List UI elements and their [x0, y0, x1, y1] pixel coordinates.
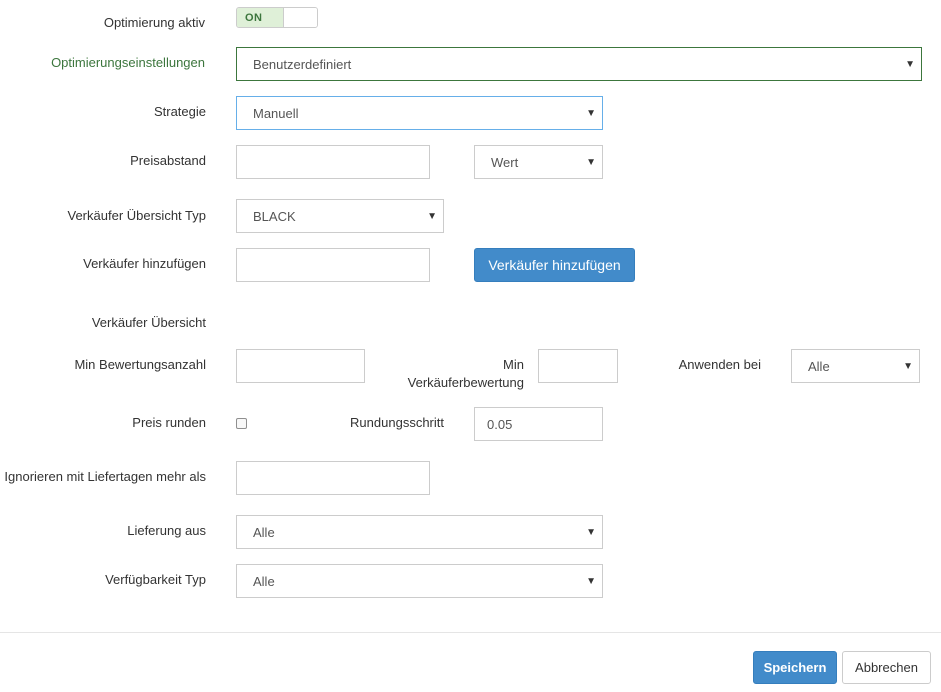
rounding-step-input[interactable]: 0.05 — [474, 407, 603, 441]
footer-divider — [0, 632, 941, 633]
price-gap-input[interactable] — [236, 145, 430, 179]
delivery-from-value: Alle — [253, 524, 275, 540]
apply-at-value: Alle — [808, 358, 830, 374]
optimization-settings-select[interactable]: Benutzerdefiniert ▼ — [236, 47, 922, 81]
seller-overview-type-select[interactable]: BLACK ▼ — [236, 199, 444, 233]
caret-down-icon: ▼ — [586, 526, 596, 538]
apply-at-label: Anwenden bei — [678, 357, 761, 372]
add-seller-input[interactable] — [236, 248, 430, 282]
rounding-step-label: Rundungsschritt — [350, 415, 444, 430]
delivery-from-select[interactable]: Alle ▼ — [236, 515, 603, 549]
seller-overview-type-value: BLACK — [253, 208, 296, 224]
toggle-knob — [283, 8, 317, 27]
caret-down-icon: ▼ — [586, 107, 596, 119]
optimization-active-toggle[interactable]: ON — [236, 7, 318, 28]
seller-overview-type-label: Verkäufer Übersicht Typ — [67, 208, 207, 223]
min-rating-count-input[interactable] — [236, 349, 365, 383]
ignore-delivery-days-input[interactable] — [236, 461, 430, 495]
optimization-settings-value: Benutzerdefiniert — [253, 56, 352, 72]
min-rating-count-label: Min Bewertungsanzahl — [74, 357, 206, 372]
seller-overview-label: Verkäufer Übersicht — [91, 315, 206, 330]
strategy-select[interactable]: Manuell ▼ — [236, 96, 603, 130]
min-seller-rating-label-line2: Verkäuferbewertung — [407, 375, 524, 390]
caret-down-icon: ▼ — [903, 360, 913, 372]
delivery-from-label: Lieferung aus — [127, 523, 206, 538]
caret-down-icon: ▼ — [586, 575, 596, 587]
optimization-settings-label: Optimierungseinstellungen — [51, 55, 205, 70]
strategy-value: Manuell — [253, 105, 299, 121]
min-seller-rating-label-line1: Min — [503, 357, 524, 372]
price-gap-unit-select[interactable]: Wert ▼ — [474, 145, 603, 179]
ignore-delivery-days-label: Ignorieren mit Liefertagen mehr als — [4, 469, 206, 484]
availability-type-value: Alle — [253, 573, 275, 589]
apply-at-select[interactable]: Alle ▼ — [791, 349, 920, 383]
strategy-label: Strategie — [153, 104, 206, 119]
optimization-active-label: Optimierung aktiv — [103, 15, 205, 30]
caret-down-icon: ▼ — [905, 58, 915, 70]
price-gap-unit-value: Wert — [491, 154, 519, 170]
availability-type-label: Verfügbarkeit Typ — [105, 572, 206, 587]
save-button[interactable]: Speichern — [753, 651, 837, 684]
round-price-checkbox[interactable] — [236, 418, 247, 429]
cancel-button[interactable]: Abbrechen — [842, 651, 931, 684]
min-seller-rating-input[interactable] — [538, 349, 618, 383]
round-price-label: Preis runden — [132, 415, 206, 430]
price-gap-label: Preisabstand — [130, 153, 206, 168]
toggle-on-text: ON — [237, 8, 283, 27]
availability-type-select[interactable]: Alle ▼ — [236, 564, 603, 598]
caret-down-icon: ▼ — [427, 210, 437, 222]
add-seller-label: Verkäufer hinzufügen — [83, 256, 206, 271]
caret-down-icon: ▼ — [586, 156, 596, 168]
add-seller-button[interactable]: Verkäufer hinzufügen — [474, 248, 635, 282]
